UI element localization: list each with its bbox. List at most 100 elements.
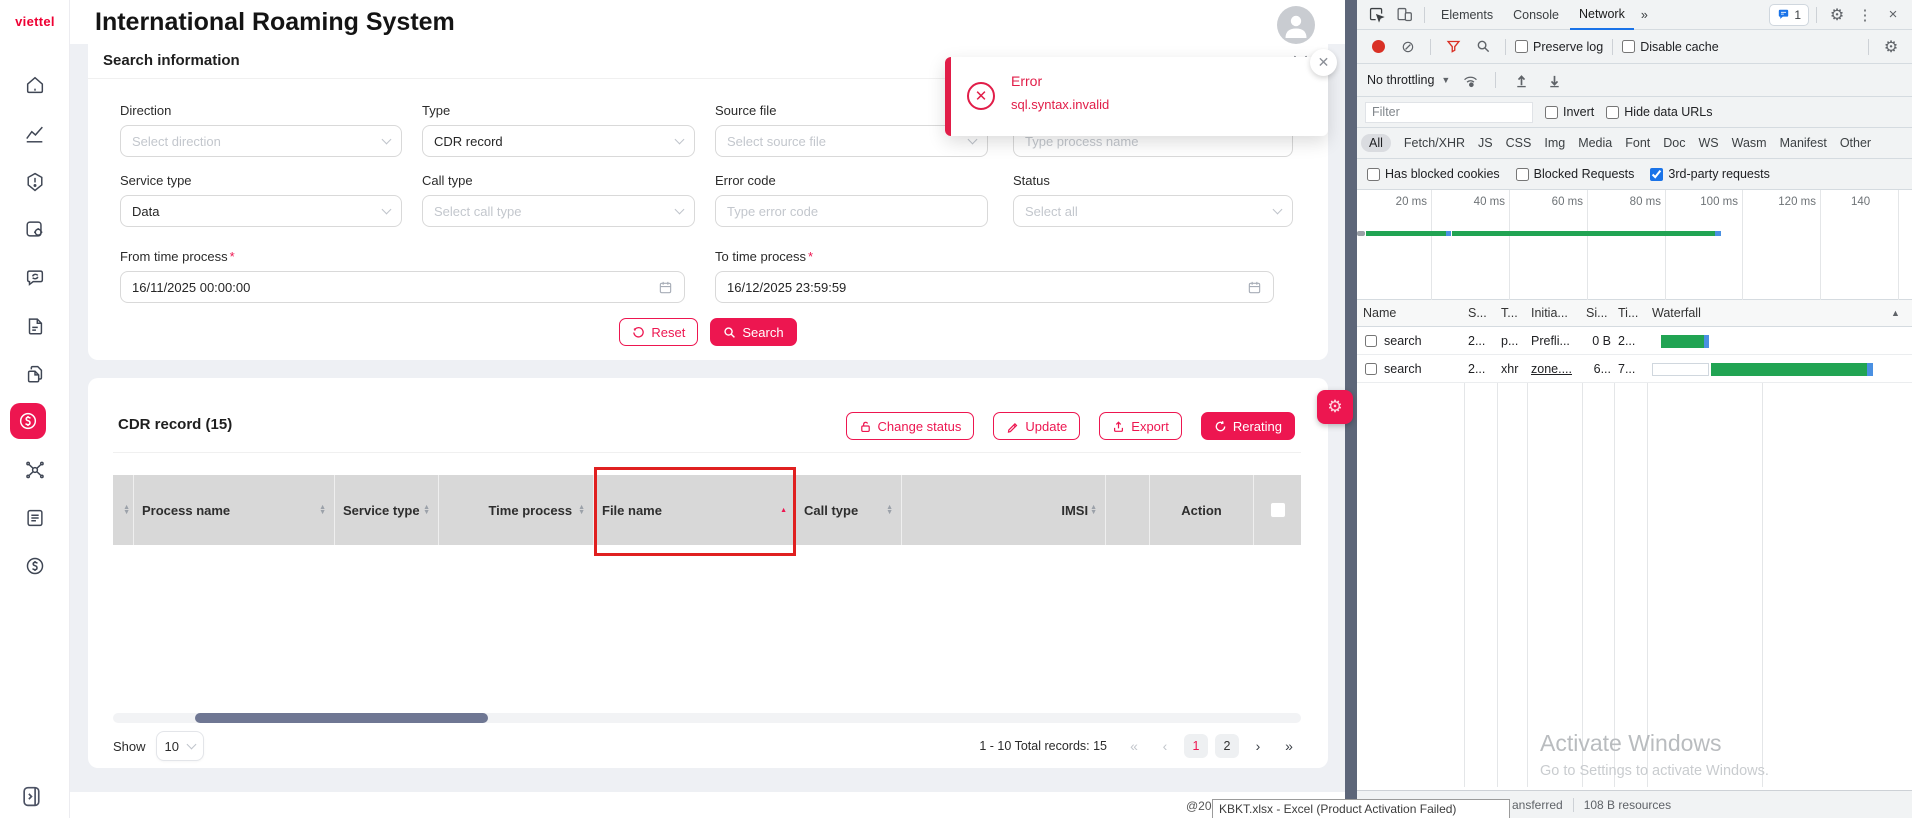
calendar-icon[interactable]: [1247, 280, 1262, 295]
table-col-service-type[interactable]: Service type▲▼: [335, 475, 439, 545]
disable-cache-checkbox[interactable]: Disable cache: [1622, 40, 1719, 54]
checkbox[interactable]: [1515, 40, 1528, 53]
export-har-icon[interactable]: [1541, 67, 1567, 93]
checkbox[interactable]: [1545, 106, 1558, 119]
page-1-button[interactable]: 1: [1184, 734, 1208, 758]
request-name[interactable]: search: [1384, 327, 1462, 354]
revenue-icon[interactable]: [23, 554, 47, 578]
filter-chip-fetch-xhr[interactable]: Fetch/XHR: [1404, 136, 1465, 150]
last-page-button[interactable]: »: [1277, 734, 1301, 758]
integration-icon[interactable]: [23, 458, 47, 482]
change-status-button[interactable]: Change status: [846, 412, 975, 440]
request-name[interactable]: search: [1384, 355, 1462, 382]
from-time-input[interactable]: 16/11/2025 00:00:00: [120, 271, 685, 303]
search-button[interactable]: Search: [710, 318, 796, 346]
reset-button[interactable]: Reset: [619, 318, 698, 346]
blocked-requests-checkbox[interactable]: Blocked Requests: [1516, 167, 1635, 181]
throttling-select[interactable]: No throttling: [1367, 73, 1434, 87]
alert-icon[interactable]: [23, 170, 47, 194]
preserve-log-checkbox[interactable]: Preserve log: [1515, 40, 1603, 54]
device-toolbar-icon[interactable]: [1391, 2, 1417, 28]
tab-console[interactable]: Console: [1504, 0, 1568, 30]
calendar-icon[interactable]: [658, 280, 673, 295]
prev-page-button[interactable]: ‹: [1153, 734, 1177, 758]
table-col-checkbox[interactable]: [1254, 475, 1301, 545]
import-har-icon[interactable]: [1508, 67, 1534, 93]
more-tabs-icon[interactable]: »: [1636, 0, 1653, 30]
col-status[interactable]: S...: [1468, 300, 1494, 326]
checkbox[interactable]: [1622, 40, 1635, 53]
table-col-process-name[interactable]: Process name▲▼: [134, 475, 335, 545]
network-conditions-icon[interactable]: [1457, 67, 1483, 93]
file-copy-icon[interactable]: [23, 362, 47, 386]
network-filter-input[interactable]: [1365, 102, 1533, 123]
type-select[interactable]: CDR record: [422, 125, 695, 157]
next-page-button[interactable]: ›: [1246, 734, 1270, 758]
settings-fab[interactable]: ⚙: [1317, 390, 1353, 424]
col-waterfall[interactable]: Waterfall: [1652, 300, 1752, 326]
filter-chip-font[interactable]: Font: [1625, 136, 1650, 150]
hide-data-urls-checkbox[interactable]: Hide data URLs: [1606, 105, 1712, 119]
sidebar-expand-icon[interactable]: [20, 784, 46, 810]
avatar[interactable]: [1277, 6, 1315, 44]
request-row[interactable]: search 2... xhr zone.... 6... 7...: [1357, 355, 1912, 383]
request-initiator-link[interactable]: zone....: [1531, 355, 1579, 382]
has-blocked-cookies-checkbox[interactable]: Has blocked cookies: [1367, 167, 1500, 181]
first-page-button[interactable]: «: [1122, 734, 1146, 758]
filter-icon[interactable]: [1440, 34, 1466, 60]
system-config-icon[interactable]: [23, 217, 47, 241]
col-time[interactable]: Ti...: [1618, 300, 1644, 326]
checkbox[interactable]: [1650, 168, 1663, 181]
report-icon[interactable]: [23, 314, 47, 338]
col-size[interactable]: Si...: [1586, 300, 1611, 326]
filter-chip-css[interactable]: CSS: [1506, 136, 1532, 150]
checkbox[interactable]: [1606, 106, 1619, 119]
table-col-call-type[interactable]: Call type▲▼: [796, 475, 902, 545]
devtools-settings-icon[interactable]: ⚙: [1824, 2, 1850, 28]
inspect-icon[interactable]: [1363, 2, 1389, 28]
col-name[interactable]: Name: [1363, 300, 1461, 326]
invert-checkbox[interactable]: Invert: [1545, 105, 1594, 119]
service-type-select[interactable]: Data: [120, 195, 402, 227]
clear-icon[interactable]: ⊘: [1395, 34, 1421, 60]
select-all-checkbox[interactable]: [1270, 502, 1286, 518]
document-icon[interactable]: [23, 506, 47, 530]
call-type-select[interactable]: Select call type: [422, 195, 695, 227]
filter-chip-manifest[interactable]: Manifest: [1780, 136, 1827, 150]
filter-chip-wasm[interactable]: Wasm: [1732, 136, 1767, 150]
direction-select[interactable]: Select direction: [120, 125, 402, 157]
col-initiator[interactable]: Initia...: [1531, 300, 1579, 326]
col-type[interactable]: T...: [1501, 300, 1524, 326]
table-col-time-process[interactable]: Time process▲▼: [439, 475, 594, 545]
to-time-input[interactable]: 16/12/2025 23:59:59: [715, 271, 1274, 303]
scrollbar-thumb[interactable]: [195, 713, 488, 723]
record-icon[interactable]: [1365, 34, 1391, 60]
devtools-close-icon[interactable]: ×: [1880, 2, 1906, 28]
filter-chip-js[interactable]: JS: [1478, 136, 1493, 150]
devtools-menu-icon[interactable]: ⋮: [1852, 2, 1878, 28]
toast-close-icon[interactable]: ✕: [1310, 49, 1337, 76]
third-party-requests-checkbox[interactable]: 3rd-party requests: [1650, 167, 1769, 181]
filter-chip-media[interactable]: Media: [1578, 136, 1612, 150]
checkbox[interactable]: [1367, 168, 1380, 181]
status-select[interactable]: Select all: [1013, 195, 1293, 227]
tab-network[interactable]: Network: [1570, 0, 1634, 30]
request-row[interactable]: search 2... p... Prefli... 0 B 2...: [1357, 327, 1912, 355]
filter-chip-img[interactable]: Img: [1544, 136, 1565, 150]
error-code-input[interactable]: Type error code: [715, 195, 988, 227]
message-sync-icon[interactable]: [23, 266, 47, 290]
chart-icon[interactable]: [23, 122, 47, 146]
sidebar-item-billing-active[interactable]: [10, 403, 46, 439]
page-2-button[interactable]: 2: [1215, 734, 1239, 758]
checkbox[interactable]: [1516, 168, 1529, 181]
network-settings-icon[interactable]: ⚙: [1878, 34, 1904, 60]
table-col-partial[interactable]: ▲▼: [113, 475, 134, 545]
row-checkbox[interactable]: [1365, 363, 1377, 375]
home-icon[interactable]: [23, 73, 47, 97]
update-button[interactable]: Update: [993, 412, 1080, 440]
network-overview[interactable]: 20 ms 40 ms 60 ms 80 ms 100 ms 120 ms 14…: [1357, 190, 1912, 300]
search-network-icon[interactable]: [1470, 34, 1496, 60]
tab-elements[interactable]: Elements: [1432, 0, 1502, 30]
waterfall-sort-icon[interactable]: ▲: [1891, 300, 1900, 326]
filter-chip-all[interactable]: All: [1361, 134, 1391, 152]
